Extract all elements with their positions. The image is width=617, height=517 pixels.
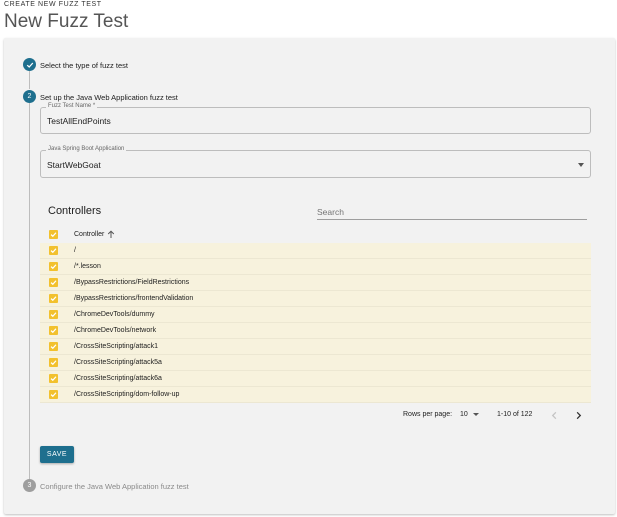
pagination-range: 1-10 of 122	[497, 411, 533, 418]
page-title: New Fuzz Test	[4, 11, 129, 32]
check-icon	[50, 360, 57, 366]
controllers-table: Controller / /*.lesson/BypassRestrictions…	[40, 227, 591, 403]
row-checkbox[interactable]	[49, 278, 58, 287]
select-all-checkbox[interactable]	[49, 230, 58, 239]
table-row[interactable]: /CrossSiteScripting/dom-follow-up	[40, 387, 591, 403]
page-overline: CREATE NEW FUZZ TEST	[4, 1, 102, 8]
chevron-down-icon[interactable]	[578, 163, 584, 167]
controller-path: /CrossSiteScripting/attack1	[74, 343, 159, 350]
rows-per-page-value: 10	[460, 411, 468, 418]
controller-path: /CrossSiteScripting/attack6a	[74, 375, 162, 382]
step-3-icon: 3	[23, 479, 36, 492]
controller-path: /ChromeDevTools/dummy	[74, 311, 155, 318]
controllers-title: Controllers	[48, 205, 102, 217]
table-row[interactable]: /CrossSiteScripting/attack5a	[40, 355, 591, 371]
spring-boot-app-select[interactable]: Java Spring Boot Application StartWebGoa…	[40, 146, 591, 178]
table-row[interactable]: /BypassRestrictions/FieldRestrictions	[40, 275, 591, 291]
rows-per-page-select[interactable]: 10	[460, 411, 479, 418]
check-icon	[50, 344, 57, 350]
spring-boot-app-label: Java Spring Boot Application	[46, 146, 127, 152]
save-button[interactable]: SAVE	[40, 446, 74, 463]
controller-path: /	[74, 247, 76, 254]
step-connector	[29, 103, 30, 479]
table-row[interactable]: /*.lesson	[40, 259, 591, 275]
row-checkbox[interactable]	[49, 262, 58, 271]
row-checkbox[interactable]	[49, 390, 58, 399]
rows-per-page-label: Rows per page:	[403, 411, 453, 418]
chevron-left-icon	[551, 411, 556, 419]
row-checkbox[interactable]	[49, 342, 58, 351]
step-3-label[interactable]: Configure the Java Web Application fuzz …	[40, 482, 189, 491]
table-row[interactable]: /	[40, 243, 591, 259]
controller-path: /ChromeDevTools/network	[74, 327, 157, 334]
row-checkbox[interactable]	[49, 294, 58, 303]
check-icon	[26, 62, 33, 68]
check-icon	[50, 264, 57, 270]
previous-page-button[interactable]	[547, 408, 561, 422]
spring-boot-app-value: StartWebGoat	[47, 160, 101, 170]
check-icon	[50, 312, 57, 318]
table-header: Controller	[40, 227, 591, 243]
check-icon	[50, 296, 57, 302]
step-1-label[interactable]: Select the type of fuzz test	[40, 61, 128, 70]
row-checkbox[interactable]	[49, 326, 58, 335]
fuzz-test-name-label: Fuzz Test Name *	[46, 103, 98, 109]
next-page-button[interactable]	[571, 408, 585, 422]
arrow-up-icon[interactable]	[107, 230, 115, 239]
chevron-down-icon	[472, 413, 479, 416]
controller-column-header[interactable]: Controller	[74, 231, 104, 238]
row-checkbox[interactable]	[49, 246, 58, 255]
step-connector	[29, 71, 30, 89]
controller-path: /CrossSiteScripting/attack5a	[74, 359, 162, 366]
controller-path: /CrossSiteScripting/dom-follow-up	[74, 391, 180, 398]
table-row[interactable]: /CrossSiteScripting/attack1	[40, 339, 591, 355]
fuzz-test-name-field[interactable]: Fuzz Test Name * TestAllEndPoints	[40, 103, 591, 134]
check-icon	[50, 248, 57, 254]
table-row[interactable]: /ChromeDevTools/dummy	[40, 307, 591, 323]
check-icon	[50, 392, 57, 398]
fuzz-test-name-value[interactable]: TestAllEndPoints	[47, 116, 111, 126]
step-1-icon	[23, 58, 36, 71]
table-row[interactable]: /CrossSiteScripting/attack6a	[40, 371, 591, 387]
check-icon	[50, 280, 57, 286]
row-checkbox[interactable]	[49, 358, 58, 367]
controller-path: /*.lesson	[74, 263, 101, 270]
chevron-right-icon	[576, 411, 581, 419]
check-icon	[50, 328, 57, 334]
table-row[interactable]: /ChromeDevTools/network	[40, 323, 591, 339]
step-2-label: Set up the Java Web Application fuzz tes…	[40, 93, 178, 102]
check-icon	[50, 232, 57, 238]
table-row[interactable]: /BypassRestrictions/frontendValidation	[40, 291, 591, 307]
row-checkbox[interactable]	[49, 374, 58, 383]
controller-path: /BypassRestrictions/FieldRestrictions	[74, 279, 190, 286]
row-checkbox[interactable]	[49, 310, 58, 319]
check-icon	[50, 376, 57, 382]
controller-path: /BypassRestrictions/frontendValidation	[74, 295, 194, 302]
step-2-icon: 2	[23, 90, 36, 103]
search-input[interactable]	[317, 204, 587, 220]
